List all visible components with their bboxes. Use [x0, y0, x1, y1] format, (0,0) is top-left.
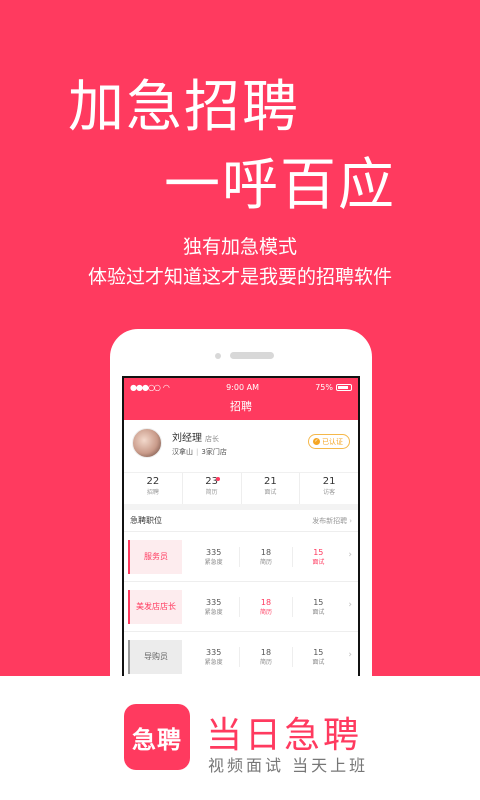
- section-header: 急聘职位 发布新招聘 ›: [124, 510, 358, 532]
- phone-speaker: [230, 352, 274, 359]
- wifi-icon: ◠: [162, 382, 170, 392]
- stat-label: 面试: [264, 489, 277, 496]
- stat-resume[interactable]: 23 简历: [181, 473, 241, 504]
- stat-value: 23: [205, 476, 218, 487]
- job-row[interactable]: 服务员 335 紧急度 18 简历 15 面试 ›: [124, 532, 358, 582]
- chevron-right-icon: ›: [349, 516, 352, 525]
- battery-percent: 75%: [315, 382, 333, 392]
- chevron-right-icon: ›: [348, 650, 352, 660]
- job-row[interactable]: 导购员 335 紧急度 18 简历 15 面试 ›: [124, 632, 358, 682]
- verified-badge: ✓ 已认证: [308, 434, 350, 449]
- stats-row: 22 招聘 23 简历 21 面试 21 访客: [124, 472, 358, 504]
- subtitle-line2: 体验过才知道这才是我要的招聘软件: [87, 266, 392, 288]
- interview-label: 面试: [312, 558, 325, 566]
- resume-label: 简历: [259, 558, 272, 566]
- profile-name: 刘经理: [172, 433, 202, 444]
- app-logo: 急聘: [124, 704, 190, 770]
- profile-stores: 3家门店: [201, 448, 227, 456]
- resume-value: 18: [260, 547, 272, 557]
- stat-value: 21: [264, 476, 277, 487]
- urgency-label: 紧急度: [204, 658, 223, 666]
- status-bar: ●●●○○ ◠ 9:00 AM 75%: [124, 378, 358, 396]
- chevron-right-icon: ›: [348, 600, 352, 610]
- brand-name: 当日急聘: [206, 715, 363, 756]
- check-icon: ✓: [313, 438, 320, 445]
- verified-label: 已认证: [322, 437, 343, 446]
- stat-recruit[interactable]: 22 招聘: [124, 473, 182, 504]
- urgency-label: 紧急度: [204, 558, 223, 566]
- profile-location: 汉拿山: [172, 448, 193, 456]
- brand-slogan: 视频面试 当天上班: [208, 756, 369, 775]
- chevron-right-icon: ›: [348, 550, 352, 560]
- job-title: 服务员: [128, 539, 182, 574]
- urgency-value: 335: [206, 647, 222, 657]
- avatar[interactable]: [132, 428, 162, 458]
- nav-title: 招聘: [124, 396, 358, 420]
- interview-value: 15: [313, 547, 324, 557]
- job-title: 美发店店长: [128, 589, 182, 624]
- interview-value: 15: [313, 647, 324, 657]
- stat-value: 21: [322, 476, 336, 487]
- urgency-value: 335: [206, 547, 222, 557]
- status-time: 9:00 AM: [226, 382, 259, 392]
- battery-icon: [336, 383, 352, 391]
- divider: |: [196, 448, 199, 456]
- urgency-value: 335: [206, 597, 222, 607]
- stat-label: 招聘: [146, 489, 159, 496]
- hero-banner: 加急招聘 一呼百应 独有加急模式 体验过才知道这才是我要的招聘软件 ●●●○○ …: [0, 0, 480, 749]
- resume-label: 简历: [259, 658, 272, 666]
- profile-card[interactable]: 刘经理 店长 汉拿山 | 3家门店 ✓ 已认证: [124, 420, 358, 472]
- section-title: 急聘职位: [130, 516, 162, 525]
- job-title: 导购员: [128, 639, 182, 674]
- subtitle-line1: 独有加急模式: [182, 236, 297, 258]
- stat-value: 22: [146, 476, 160, 487]
- interview-value: 15: [313, 597, 324, 607]
- job-row[interactable]: 美发店店长 335 紧急度 18 简历 15 面试 ›: [124, 582, 358, 632]
- urgency-label: 紧急度: [204, 608, 223, 616]
- post-new-job-link[interactable]: 发布新招聘 ›: [312, 516, 352, 526]
- resume-label: 简历: [259, 608, 272, 616]
- stat-label: 访客: [323, 489, 336, 496]
- phone-camera: [215, 353, 221, 359]
- stat-label: 简历: [205, 489, 218, 496]
- profile-role: 店长: [205, 435, 219, 443]
- stat-interview[interactable]: 21 面试: [240, 473, 300, 504]
- signal-icon: ●●●○○: [130, 382, 161, 392]
- headline-line1: 加急招聘: [68, 75, 300, 140]
- interview-label: 面试: [312, 658, 325, 666]
- interview-label: 面试: [312, 608, 325, 616]
- headline-line2: 一呼百应: [164, 153, 396, 218]
- resume-value: 18: [260, 597, 272, 607]
- resume-value: 18: [260, 647, 272, 657]
- stat-visitor[interactable]: 21 访客: [299, 473, 358, 504]
- footer-banner: 急聘 当日急聘 视频面试 当天上班: [0, 676, 480, 800]
